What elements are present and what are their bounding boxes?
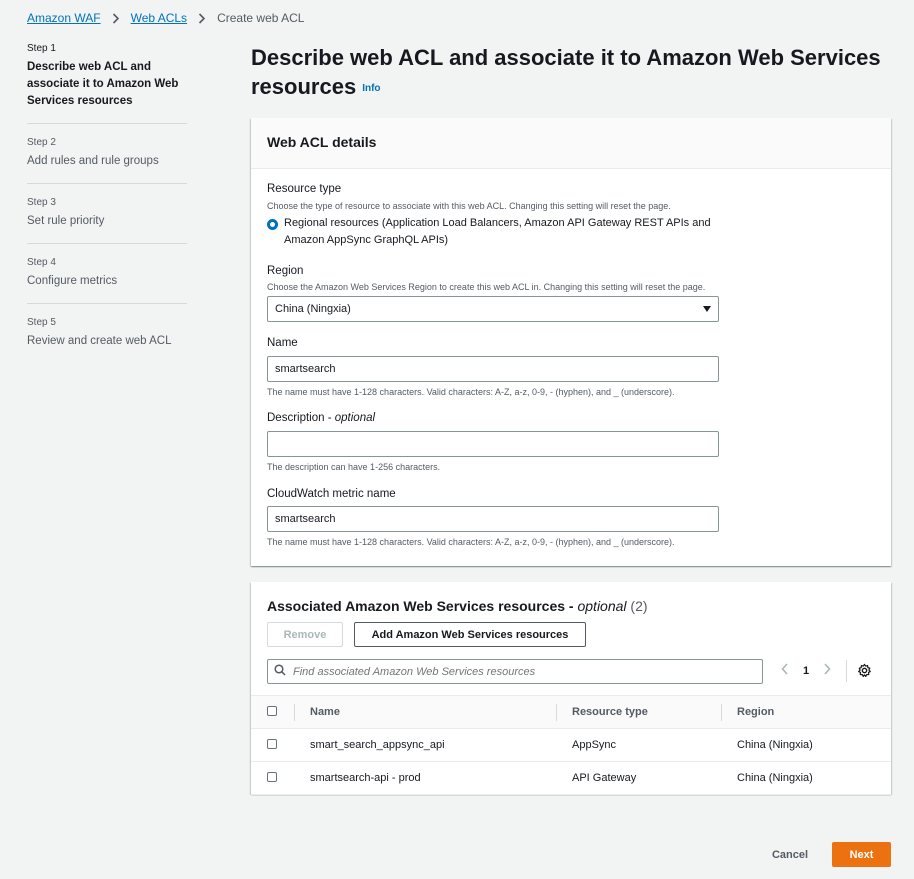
select-all-checkbox[interactable] bbox=[267, 705, 277, 716]
wizard-step-3: Step 3 Set rule priority bbox=[27, 197, 187, 244]
page-number[interactable]: 1 bbox=[803, 665, 809, 677]
column-header-type-label: Resource type bbox=[572, 706, 648, 718]
column-divider bbox=[556, 704, 557, 721]
region-select[interactable]: China (Ningxia) bbox=[267, 296, 719, 322]
region-select-value: China (Ningxia) bbox=[275, 303, 351, 315]
resource-type-description: Choose the type of resource to associate… bbox=[267, 201, 671, 211]
step-number: Step 3 bbox=[27, 197, 56, 208]
info-link[interactable]: Info bbox=[362, 83, 380, 94]
regional-resources-radio[interactable] bbox=[267, 219, 278, 230]
name-hint: The name must have 1-128 characters. Val… bbox=[267, 387, 675, 397]
breadcrumb: Amazon WAF Web ACLs Create web ACL bbox=[27, 11, 304, 25]
step-number: Step 5 bbox=[27, 317, 56, 328]
caret-down-icon bbox=[703, 306, 711, 312]
step-label: Set rule priority bbox=[27, 215, 105, 227]
column-header-region[interactable]: Region bbox=[721, 696, 891, 729]
row-select-cell bbox=[251, 762, 294, 795]
step-label: Review and create web ACL bbox=[27, 335, 172, 347]
resource-count: (2) bbox=[630, 598, 648, 614]
breadcrumb-current: Create web ACL bbox=[217, 11, 305, 25]
wizard-step-2: Step 2 Add rules and rule groups bbox=[27, 137, 187, 184]
next-button[interactable]: Next bbox=[832, 842, 891, 867]
resource-region-cell: China (Ningxia) bbox=[737, 739, 813, 751]
chevron-right-icon bbox=[109, 11, 123, 25]
resource-type-label: Resource type bbox=[267, 183, 342, 195]
associated-resources-heading-text: Associated Amazon Web Services resources bbox=[267, 598, 566, 614]
description-input[interactable] bbox=[267, 431, 719, 457]
pagination: 1 bbox=[781, 663, 831, 678]
metric-name-hint: The name must have 1-128 characters. Val… bbox=[267, 537, 675, 547]
page-title: Describe web ACL and associate it to Ama… bbox=[251, 43, 891, 103]
chevron-right-icon[interactable] bbox=[823, 663, 831, 678]
column-divider bbox=[294, 704, 295, 721]
row-select-cell bbox=[251, 729, 294, 762]
panel-heading: Web ACL details bbox=[267, 134, 377, 150]
associated-resources-panel: Associated Amazon Web Services resources… bbox=[251, 582, 891, 795]
step-label: Configure metrics bbox=[27, 275, 118, 287]
search-field[interactable] bbox=[267, 659, 763, 684]
table-row[interactable]: smartsearch-api - prod API Gateway China… bbox=[251, 762, 891, 795]
add-resources-button[interactable]: Add Amazon Web Services resources bbox=[354, 622, 586, 647]
page-title-text: Describe web ACL and associate it to Ama… bbox=[251, 45, 881, 99]
step-label: Describe web ACL and associate it to Ama… bbox=[27, 61, 179, 107]
column-header-name-label: Name bbox=[310, 706, 340, 718]
name-label: Name bbox=[267, 337, 298, 349]
column-header-type[interactable]: Resource type bbox=[556, 696, 721, 729]
metric-name-label: CloudWatch metric name bbox=[267, 488, 396, 500]
resource-type-cell: API Gateway bbox=[572, 772, 637, 784]
breadcrumb-amazon-waf-link[interactable]: Amazon WAF bbox=[27, 11, 101, 25]
chevron-left-icon[interactable] bbox=[781, 663, 789, 678]
resource-type-cell: AppSync bbox=[572, 739, 617, 751]
column-divider bbox=[721, 704, 722, 721]
step-label: Add rules and rule groups bbox=[27, 155, 159, 167]
gear-icon[interactable] bbox=[857, 663, 872, 678]
metric-name-input[interactable] bbox=[267, 506, 719, 532]
resource-name-cell: smart_search_appsync_api bbox=[310, 739, 445, 751]
wizard-step-5: Step 5 Review and create web ACL bbox=[27, 317, 187, 363]
wizard-step-4: Step 4 Configure metrics bbox=[27, 257, 187, 304]
search-input[interactable] bbox=[293, 665, 743, 678]
name-input[interactable] bbox=[267, 356, 719, 382]
resource-name-cell: smartsearch-api - prod bbox=[310, 772, 421, 784]
description-hint: The description can have 1-256 character… bbox=[267, 462, 441, 472]
resources-table: Name Resource type Region smart_search_a… bbox=[251, 695, 891, 795]
row-checkbox[interactable] bbox=[267, 771, 277, 782]
wizard-step-1: Step 1 Describe web ACL and associate it… bbox=[27, 43, 187, 124]
regional-resources-radio-label[interactable]: Regional resources (Application Load Bal… bbox=[284, 215, 744, 249]
description-label-text: Description bbox=[267, 412, 325, 424]
remove-button[interactable]: Remove bbox=[267, 622, 343, 647]
web-acl-details-panel: Web ACL details Resource type Choose the… bbox=[251, 118, 891, 566]
optional-text: optional bbox=[334, 412, 376, 424]
table-row[interactable]: smart_search_appsync_api AppSync China (… bbox=[251, 729, 891, 762]
step-number: Step 4 bbox=[27, 257, 56, 268]
region-description: Choose the Amazon Web Services Region to… bbox=[267, 282, 706, 292]
search-icon bbox=[274, 663, 286, 681]
description-label: Description - optional bbox=[267, 412, 376, 424]
divider bbox=[846, 660, 847, 682]
region-label: Region bbox=[267, 265, 304, 277]
cancel-button[interactable]: Cancel bbox=[760, 842, 820, 867]
column-header-name[interactable]: Name bbox=[294, 696, 556, 729]
row-checkbox[interactable] bbox=[267, 738, 277, 749]
resource-region-cell: China (Ningxia) bbox=[737, 772, 813, 784]
select-all-cell bbox=[251, 696, 294, 729]
breadcrumb-web-acls-link[interactable]: Web ACLs bbox=[131, 11, 187, 25]
step-number: Step 1 bbox=[27, 43, 56, 54]
chevron-right-icon bbox=[195, 11, 209, 25]
step-number: Step 2 bbox=[27, 137, 56, 148]
panel-header: Web ACL details bbox=[251, 118, 891, 169]
wizard-steps: Step 1 Describe web ACL and associate it… bbox=[27, 43, 187, 376]
optional-text: optional bbox=[577, 598, 627, 614]
table-header-row: Name Resource type Region bbox=[251, 695, 891, 729]
associated-resources-heading: Associated Amazon Web Services resources… bbox=[267, 598, 648, 614]
column-header-region-label: Region bbox=[737, 706, 775, 718]
